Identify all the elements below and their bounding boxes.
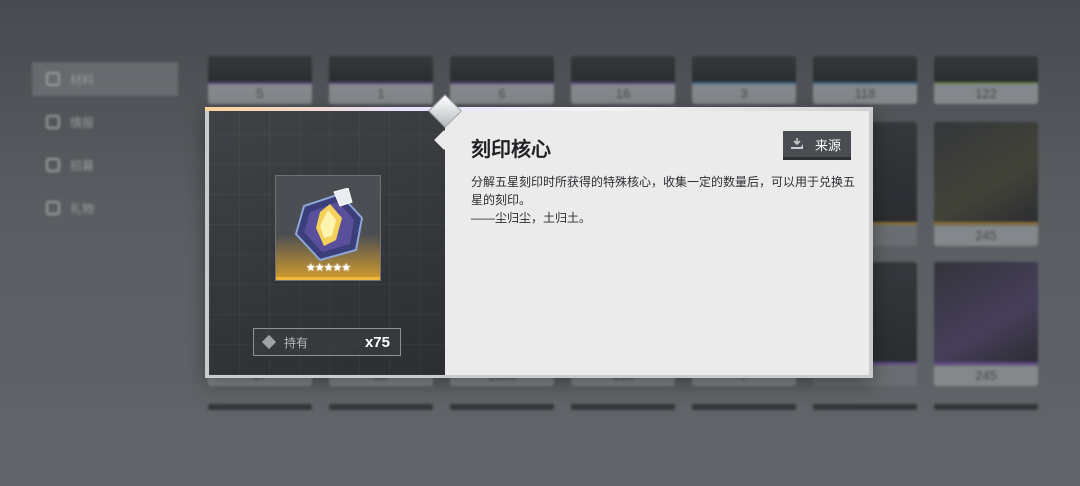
rarity-stars: ★★★★★ <box>305 262 351 274</box>
description-quote: ——尘归尘，土归土。 <box>471 211 592 225</box>
source-icon <box>791 138 803 149</box>
source-label: 来源 <box>814 137 841 153</box>
item-detail-dialog: ★★★★★ 持有 x75 刻印核心 来源 分解五星刻印时所获得的特殊核心，收集一… <box>205 94 873 378</box>
description-text: 分解五星刻印时所获得的特殊核心，收集一定的数量后，可以用于兑换五星的刻印。 <box>471 175 856 207</box>
item-preview-pane: ★★★★★ 持有 x75 <box>209 111 445 375</box>
owned-label: 持有 <box>284 335 309 350</box>
cube-icon <box>261 334 277 350</box>
item-description: 分解五星刻印时所获得的特殊核心，收集一定的数量后，可以用于兑换五星的刻印。 ——… <box>471 173 857 227</box>
engraving-core-icon <box>294 188 364 262</box>
item-info-pane: 刻印核心 来源 分解五星刻印时所获得的特殊核心，收集一定的数量后，可以用于兑换五… <box>445 111 869 375</box>
item-icon-frame: ★★★★★ <box>275 175 381 281</box>
owned-quantity: 持有 x75 <box>253 328 401 356</box>
owned-count: x75 <box>364 333 390 351</box>
source-button[interactable]: 来源 <box>783 131 851 157</box>
item-title: 刻印核心 <box>471 139 551 161</box>
